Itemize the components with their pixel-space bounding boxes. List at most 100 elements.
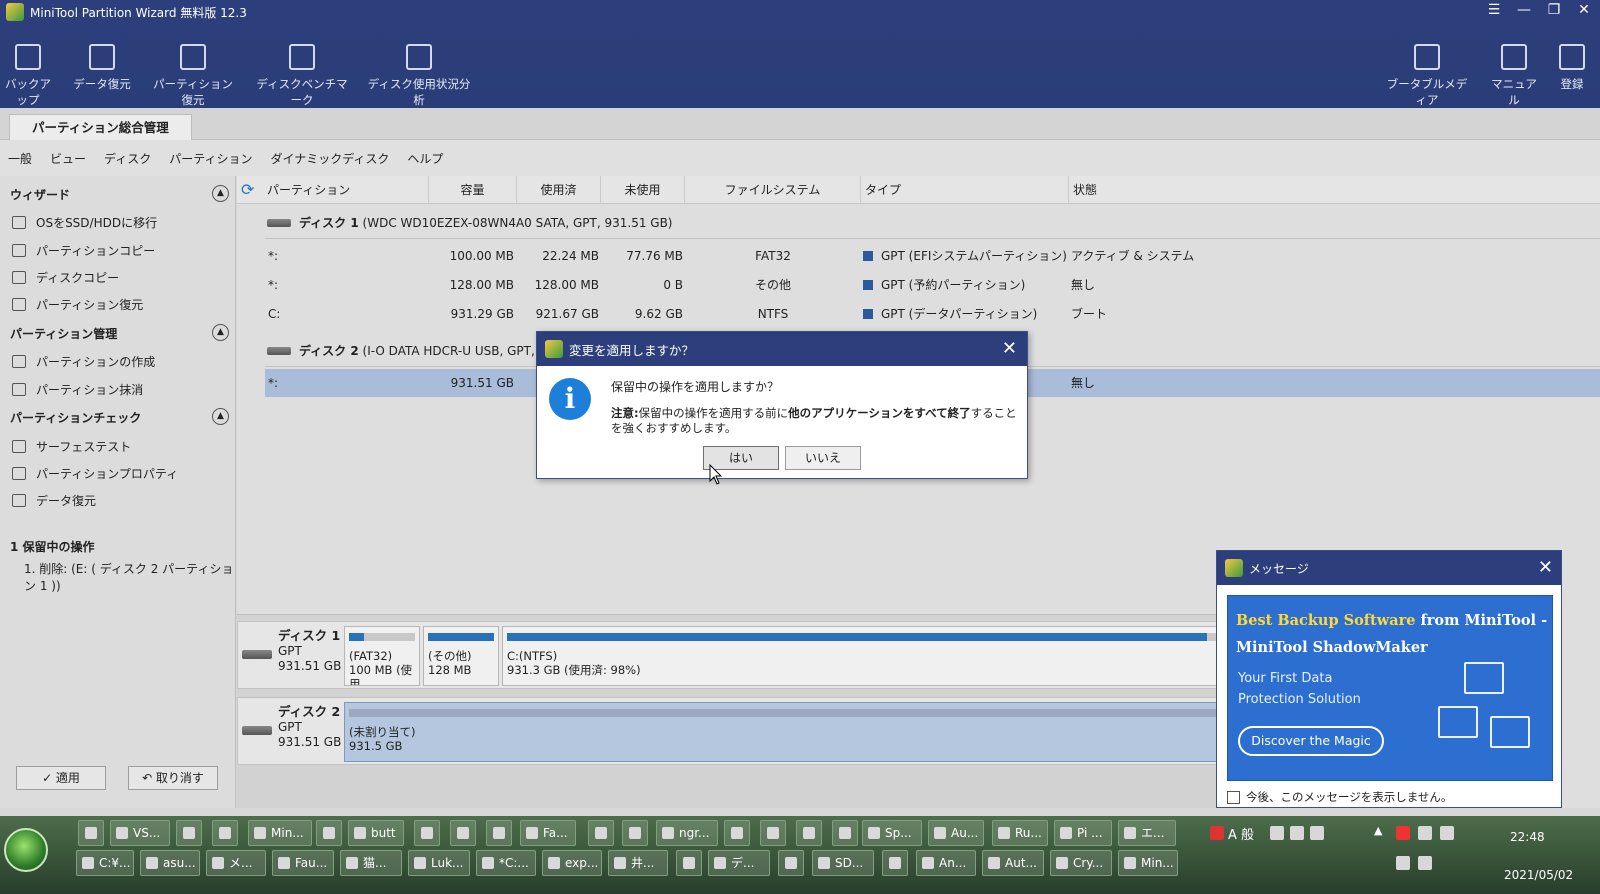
manual-button[interactable]: マニュアル (1486, 44, 1542, 108)
col-capacity[interactable]: 容量 (429, 176, 517, 204)
taskbar-item[interactable]: Min... (248, 820, 312, 846)
flag-icon[interactable] (1440, 826, 1454, 840)
ad-banner[interactable]: Best Backup Software from MiniTool - Min… (1227, 595, 1553, 781)
collapse-manage-icon[interactable]: ▲ (212, 324, 229, 341)
menu-view[interactable]: ビュー (50, 150, 86, 167)
menu-dynamic-disk[interactable]: ダイナミックディスク (270, 150, 389, 167)
disk-2-row[interactable]: ディスク 2 (I-O DATA HDCR-U USB, GPT, 931.51 (267, 342, 581, 359)
ime-indicator[interactable]: A 般 (1228, 824, 1254, 843)
table-row[interactable]: C: 931.29 GB 921.67 GB 9.62 GB NTFS GPT … (265, 300, 1600, 328)
nav-partition-copy[interactable]: パーティションコピー (12, 242, 155, 259)
taskbar-item[interactable]: Pi ... (1054, 820, 1112, 846)
taskbar-icon[interactable] (676, 850, 702, 876)
dont-show-checkbox[interactable] (1227, 790, 1240, 804)
taskbar-item[interactable]: Luk... (408, 850, 470, 876)
taskbar-icon[interactable] (882, 850, 908, 876)
disk-1-row[interactable]: ディスク 1 (WDC WD10EZEX-08WN4A0 SATA, GPT, … (267, 214, 673, 231)
data-recovery-button[interactable]: データ復元 (72, 44, 132, 92)
table-row[interactable]: *: 100.00 MB 22.24 MB 77.76 MB FAT32 GPT… (265, 242, 1600, 270)
tab-partition-management[interactable]: パーティション総合管理 (9, 114, 192, 141)
nav-partition-recovery[interactable]: パーティション復元 (12, 296, 143, 313)
col-unused[interactable]: 未使用 (601, 176, 685, 204)
taskbar-item[interactable]: *C:... (476, 850, 536, 876)
dialog-close-icon[interactable]: ✕ (1002, 338, 1017, 359)
col-status[interactable]: 状態 (1069, 176, 1569, 204)
taskbar-item[interactable]: Min... (1118, 850, 1178, 876)
nav-surface-test[interactable]: サーフェステスト (12, 438, 131, 455)
col-partition[interactable]: パーティション (267, 176, 429, 204)
apply-button[interactable]: ✓ 適用 (16, 766, 106, 790)
popup-close-icon[interactable]: ✕ (1538, 557, 1553, 578)
taskbar-item[interactable]: エ... (1118, 820, 1176, 846)
diskmap-part-c[interactable]: C:(NTFS) 931.3 GB (使用済: 98%) (502, 626, 1226, 686)
start-button-icon[interactable] (4, 828, 48, 872)
register-button[interactable]: 登録 (1552, 44, 1592, 92)
tray-icon[interactable] (1418, 856, 1432, 870)
collapse-wizard-icon[interactable]: ▲ (212, 185, 229, 202)
tray-icon[interactable] (1270, 826, 1284, 840)
taskbar-item[interactable]: Aut... (982, 850, 1044, 876)
taskbar-item[interactable]: 猫... (340, 850, 402, 876)
diskmap-disk-1[interactable]: ディスク 1 GPT 931.51 GB (FAT32) 100 MB (使用 … (237, 621, 1227, 689)
taskbar-item[interactable]: Ru... (992, 820, 1048, 846)
restore-button[interactable]: ❐ (1546, 2, 1562, 18)
discover-button[interactable]: Discover the Magic (1238, 726, 1384, 756)
taskbar-icon[interactable] (588, 820, 614, 846)
taskbar-item[interactable]: VS... (110, 820, 170, 846)
nav-data-recovery[interactable]: データ復元 (12, 492, 96, 509)
taskbar-icon[interactable] (622, 820, 648, 846)
taskbar-item[interactable]: Fa... (520, 820, 576, 846)
taskbar-item[interactable]: asu... (140, 850, 200, 876)
space-analyzer-button[interactable]: ディスク使用状況分析 (364, 44, 474, 108)
minimize-button[interactable]: — (1516, 2, 1532, 18)
taskbar-item[interactable]: メ... (206, 850, 266, 876)
collapse-check-icon[interactable]: ▲ (212, 408, 229, 425)
disk-benchmark-button[interactable]: ディスクベンチマーク (254, 44, 350, 108)
taskbar-item[interactable]: butt (348, 820, 404, 846)
diskmap-part-other[interactable]: (その他) 128 MB (423, 626, 499, 686)
taskbar-icon[interactable] (760, 820, 786, 846)
taskbar-icon[interactable] (78, 820, 104, 846)
diskmap-part-unallocated[interactable]: (未割り当て) 931.5 GB (344, 702, 1226, 762)
table-row[interactable]: *: 128.00 MB 128.00 MB 0 B その他 GPT (予約パー… (265, 271, 1600, 299)
network-icon[interactable] (1396, 856, 1410, 870)
bootable-media-button[interactable]: ブータブルメディア (1382, 44, 1472, 108)
refresh-icon[interactable]: ⟳ (241, 180, 254, 199)
taskbar-item[interactable]: ngr... (656, 820, 718, 846)
taskbar-item[interactable]: Sp... (862, 820, 922, 846)
taskbar-item[interactable]: Cry... (1050, 850, 1112, 876)
taskbar-item[interactable]: Fau... (272, 850, 334, 876)
nav-wipe-partition[interactable]: パーティション抹消 (12, 381, 143, 398)
date[interactable]: 2021/05/02 (1504, 868, 1573, 882)
taskbar-item[interactable]: デ... (708, 850, 770, 876)
taskbar-item[interactable]: Au... (928, 820, 984, 846)
taskbar-icon[interactable] (414, 820, 440, 846)
taskbar-item[interactable]: An... (916, 850, 976, 876)
nav-partition-properties[interactable]: パーティションプロパティ (12, 465, 178, 482)
col-used[interactable]: 使用済 (517, 176, 601, 204)
col-type[interactable]: タイプ (861, 176, 1069, 204)
taskbar-icon[interactable] (486, 820, 512, 846)
taskbar-item[interactable]: exp... (542, 850, 602, 876)
undo-button[interactable]: ↶ 取り消す (128, 766, 218, 790)
tray-icon[interactable] (1396, 826, 1410, 840)
taskbar-icon[interactable] (724, 820, 750, 846)
tray-icon[interactable] (1210, 826, 1224, 840)
menu-icon[interactable]: ☰ (1486, 2, 1502, 18)
pending-operation-item[interactable]: 1. 削除: (E: ( ディスク 2 パーティション 1 )) (24, 560, 235, 594)
menu-general[interactable]: 一般 (8, 150, 32, 167)
taskbar-icon[interactable] (832, 820, 858, 846)
nav-migrate-os[interactable]: OSをSSD/HDDに移行 (12, 214, 157, 231)
menu-partition[interactable]: パーティション (169, 150, 252, 167)
clock[interactable]: 22:48 (1510, 830, 1545, 844)
no-button[interactable]: いいえ (785, 446, 861, 470)
help-icon[interactable] (1310, 826, 1324, 840)
volume-icon[interactable] (1418, 826, 1432, 840)
partition-recovery-button[interactable]: パーティション復元 (148, 44, 238, 108)
diskmap-part-fat32[interactable]: (FAT32) 100 MB (使用 (344, 626, 420, 686)
taskbar-icon[interactable] (316, 820, 342, 846)
nav-disk-copy[interactable]: ディスクコピー (12, 269, 119, 286)
tray-icon[interactable] (1290, 826, 1304, 840)
nav-create-partition[interactable]: パーティションの作成 (12, 353, 155, 370)
taskbar-item[interactable]: SD... (812, 850, 874, 876)
